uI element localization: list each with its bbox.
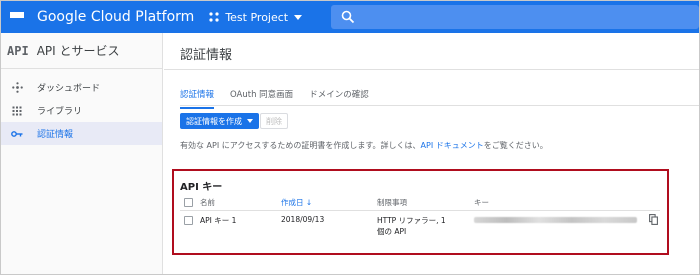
sidebar-item-label: ダッシュボード [37, 84, 101, 94]
chevron-down-icon [247, 119, 253, 123]
sidebar-item-label: ライブラリ [37, 107, 83, 117]
column-restrictions[interactable]: 制限事項 [377, 197, 407, 208]
api-logo: API [7, 43, 29, 58]
hamburger-icon [10, 11, 24, 23]
description-suffix: をご覧ください。 [483, 141, 548, 150]
header-divider [180, 210, 660, 211]
search-input[interactable] [331, 5, 699, 29]
project-dots-icon [209, 12, 219, 22]
brand-title[interactable]: Google Cloud Platform [37, 9, 194, 25]
select-all-checkbox[interactable] [184, 198, 193, 207]
project-selector[interactable]: Test Project [208, 10, 303, 24]
sidebar-header: API API とサービス [1, 33, 162, 69]
api-key-restriction-line1: HTTP リファラー, 1 [377, 216, 446, 225]
description-prefix: 有効な API にアクセスするための証明書を作成します。詳しくは、 [180, 141, 421, 150]
search-icon [341, 10, 355, 24]
column-created[interactable]: 作成日 ↓ [281, 197, 312, 208]
page-title: 認証情報 [180, 48, 233, 63]
column-name[interactable]: 名前 [200, 197, 215, 208]
library-icon [11, 105, 23, 117]
tabs-divider [180, 105, 699, 106]
column-key[interactable]: キー [474, 197, 489, 208]
create-credentials-label: 認証情報を作成 [186, 116, 242, 126]
title-divider [164, 69, 699, 70]
copy-icon[interactable] [649, 214, 658, 227]
create-credentials-button[interactable]: 認証情報を作成 [180, 113, 259, 129]
app-window: Google Cloud Platform Test Project API A… [0, 0, 700, 275]
description-text: 有効な API にアクセスするための証明書を作成します。詳しくは、API ドキュ… [180, 140, 548, 151]
delete-button[interactable]: 削除 [260, 113, 288, 129]
column-created-label: 作成日 [281, 198, 304, 207]
sort-down-icon: ↓ [305, 198, 313, 207]
table-header: 名前 作成日 ↓ 制限事項 キー [180, 197, 660, 209]
sidebar-title: API とサービス [36, 44, 120, 58]
row-checkbox[interactable] [184, 216, 193, 225]
sidebar-item-dashboard[interactable]: ダッシュボード [1, 76, 162, 99]
api-key-name[interactable]: API キー 1 [200, 215, 236, 226]
table-row: API キー 1 2018/09/13 HTTP リファラー, 1 個の API [180, 214, 660, 238]
api-key-created: 2018/09/13 [281, 215, 325, 224]
project-name: Test Project [225, 10, 289, 24]
key-icon [11, 128, 23, 140]
dashboard-icon [11, 82, 23, 94]
highlight-box [172, 169, 669, 255]
chevron-down-icon [294, 14, 303, 20]
sidebar-item-label: 認証情報 [37, 130, 74, 140]
sidebar-item-library[interactable]: ライブラリ [1, 99, 162, 122]
sidebar-item-credentials[interactable]: 認証情報 [1, 122, 162, 145]
sidebar: API API とサービス ダッシュボード ライブラリ 認証情報 [1, 33, 163, 274]
api-keys-section-title: API キー [180, 182, 223, 193]
top-bar: Google Cloud Platform Test Project [1, 1, 699, 33]
menu-button[interactable] [1, 1, 33, 33]
api-docs-link[interactable]: API ドキュメント [421, 141, 484, 150]
api-key-value-redacted [474, 217, 637, 223]
api-key-restriction-line2: 個の API [377, 227, 407, 236]
